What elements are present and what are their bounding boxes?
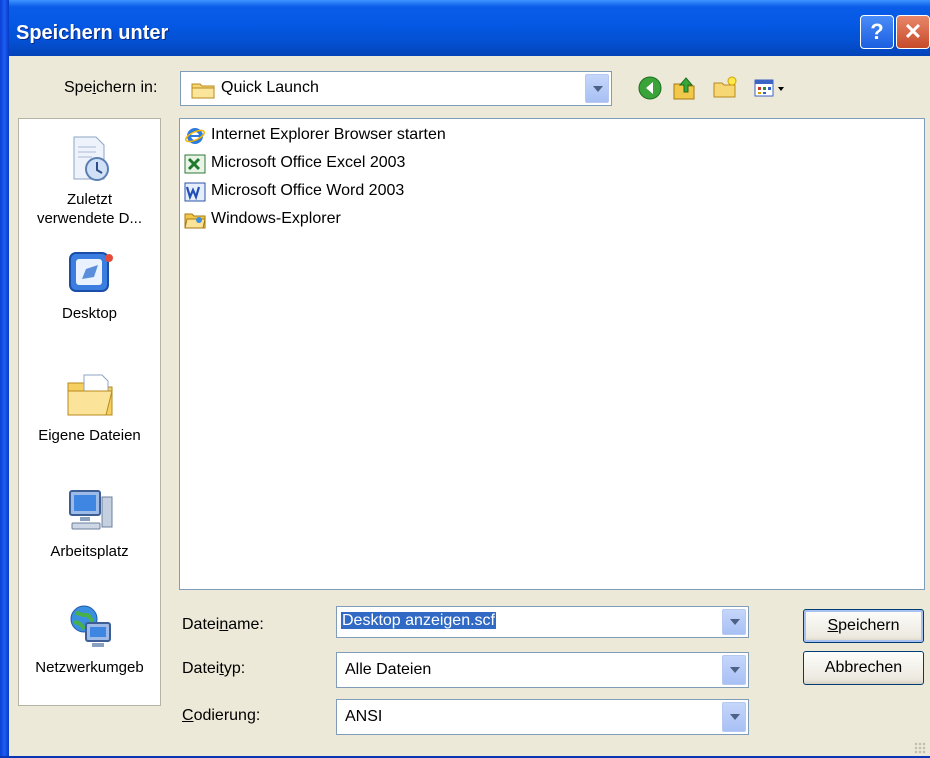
filetype-value: Alle Dateien (345, 661, 432, 678)
place-my-computer[interactable]: Arbeitsplatz (19, 485, 160, 561)
place-my-documents[interactable]: Eigene Dateien (19, 369, 160, 445)
save-in-value: Quick Launch (221, 79, 319, 96)
file-name: Microsoft Office Word 2003 (211, 182, 405, 199)
save-in-label: Speichern in: (64, 79, 158, 96)
filename-dropdown-arrow[interactable] (722, 609, 746, 635)
internet-explorer-icon (185, 128, 205, 144)
filename-input[interactable]: Desktop anzeigen.scf (336, 606, 749, 638)
window-frame-left (0, 0, 9, 758)
word-icon (184, 182, 206, 202)
file-name: Internet Explorer Browser starten (211, 126, 446, 143)
place-label: Zuletzt verwendete D... (36, 191, 143, 227)
place-label: Netzwerkumgeb (35, 659, 144, 676)
encoding-label: Codierung: (182, 707, 261, 724)
window-title: Speichern unter (16, 22, 169, 44)
save-in-dropdown-arrow[interactable] (585, 74, 609, 103)
title-bar[interactable]: Speichern unter ? ✕ (0, 0, 930, 56)
filetype-label: Dateityp: (182, 660, 246, 677)
network-places-icon (70, 605, 111, 647)
new-folder-icon[interactable] (711, 74, 739, 102)
desktop-icon (68, 252, 113, 292)
filename-value: Desktop anzeigen.scf (341, 612, 496, 629)
resize-grip[interactable] (914, 742, 926, 754)
place-label: Desktop (61, 305, 118, 322)
file-name: Windows-Explorer (211, 210, 341, 227)
excel-icon (184, 154, 206, 174)
places-bar: Zuletzt verwendete D... Desktop Eigene D… (18, 118, 161, 706)
place-recent[interactable]: Zuletzt verwendete D... (19, 133, 160, 228)
filename-label: Dateiname: (182, 616, 264, 633)
place-label: Eigene Dateien (38, 427, 141, 444)
my-computer-icon (68, 490, 112, 530)
save-as-dialog: Speichern unter ? ✕ Speichern in: Quick … (0, 0, 930, 758)
back-icon[interactable] (636, 74, 664, 102)
file-list[interactable]: Internet Explorer Browser starten Micros… (179, 118, 925, 590)
place-label: Arbeitsplatz (50, 543, 129, 560)
file-name: Microsoft Office Excel 2003 (211, 154, 406, 171)
place-desktop[interactable]: Desktop (19, 247, 160, 323)
cancel-button[interactable]: Abbrechen (803, 651, 924, 685)
save-in-combobox[interactable]: Quick Launch (180, 71, 612, 106)
encoding-select[interactable]: ANSI (336, 699, 749, 735)
place-network[interactable]: Netzwerkumgeb (19, 601, 160, 677)
up-folder-icon[interactable] (670, 74, 698, 102)
recent-documents-icon (73, 136, 109, 181)
filetype-select[interactable]: Alle Dateien (336, 652, 749, 688)
filetype-dropdown-arrow[interactable] (722, 655, 746, 685)
folder-icon (191, 83, 215, 99)
save-button[interactable]: Speichern (803, 609, 924, 643)
encoding-dropdown-arrow[interactable] (722, 702, 746, 732)
help-button[interactable]: ? (860, 15, 894, 49)
explorer-folder-icon (184, 213, 206, 229)
encoding-value: ANSI (345, 708, 383, 725)
close-button[interactable]: ✕ (896, 15, 930, 49)
my-documents-icon (67, 374, 113, 416)
view-menu-icon[interactable] (752, 74, 792, 102)
